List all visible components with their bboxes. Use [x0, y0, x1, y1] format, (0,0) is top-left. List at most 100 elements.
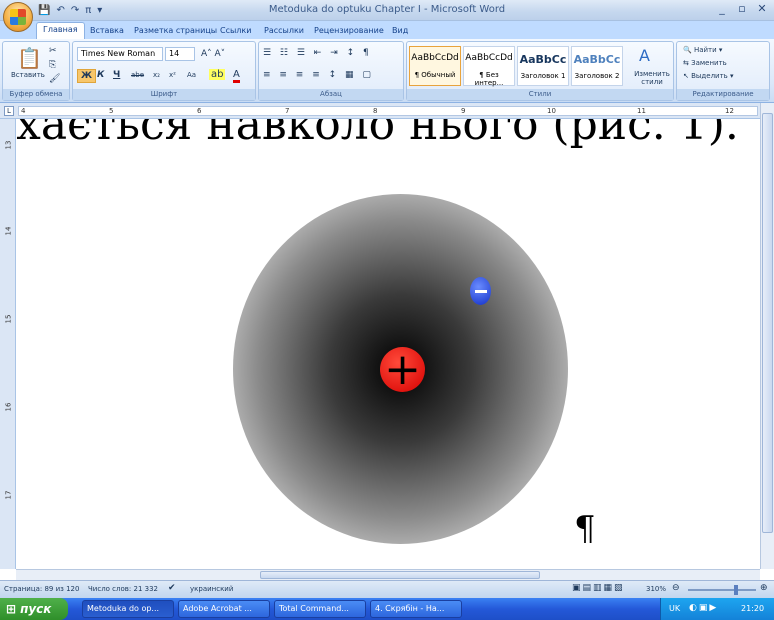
spellcheck-icon[interactable]: ✔ — [168, 583, 176, 593]
zoom-level[interactable]: 310% — [646, 585, 666, 593]
replace-button[interactable]: ⇆ Заменить — [683, 59, 727, 67]
styles-group-label: Стили — [407, 89, 673, 100]
tab-view[interactable]: Вид — [386, 24, 414, 39]
horizontal-ruler[interactable]: L 4 5 6 7 8 9 10 11 12 — [0, 103, 774, 119]
zoom-in-icon[interactable]: ⊕ — [760, 583, 768, 593]
window-title: Metoduka do optuku Chapter I - Microsoft… — [268, 4, 506, 15]
ribbon-tabs: Главная Вставка Разметка страницы Ссылки… — [0, 21, 774, 39]
find-label: Найти — [693, 46, 717, 54]
find-button[interactable]: 🔍 Найти ▾ — [683, 46, 722, 54]
ruler-number: 7 — [285, 107, 290, 115]
bold-button[interactable]: Ж — [77, 69, 97, 83]
tab-selector-icon[interactable]: L — [4, 106, 14, 116]
tab-page-layout[interactable]: Разметка страницы — [128, 24, 223, 39]
task-word[interactable]: Metoduka do op... — [82, 600, 174, 618]
underline-button[interactable]: Ч — [113, 70, 120, 80]
clipboard-group: 📋 Вставить ✂ ⎘ 🖌 Буфер обмена — [2, 41, 70, 101]
font-size-select[interactable]: 14 — [165, 47, 195, 61]
language-status[interactable]: украинский — [190, 585, 233, 593]
tab-home[interactable]: Главная — [36, 22, 85, 39]
ribbon: 📋 Вставить ✂ ⎘ 🖌 Буфер обмена Times New … — [0, 39, 774, 103]
word-count[interactable]: Число слов: 21 332 — [88, 585, 158, 593]
proton-icon: + — [380, 347, 425, 392]
paste-button[interactable]: Вставить — [11, 71, 45, 79]
plus-sign: + — [384, 343, 421, 395]
horizontal-scrollbar[interactable] — [16, 569, 760, 580]
ruler-number: 12 — [725, 107, 734, 115]
view-buttons-icon[interactable]: ▣▤▥▦▧ — [572, 583, 625, 593]
horizontal-scroll-thumb[interactable] — [260, 571, 540, 579]
style-name: ¶ Обычный — [414, 71, 456, 79]
input-language[interactable]: UK — [669, 604, 680, 613]
zoom-out-icon[interactable]: ⊖ — [672, 583, 680, 593]
font-color-icon[interactable]: A — [233, 69, 240, 83]
change-case-button[interactable]: Aa — [187, 71, 196, 79]
styles-group: AaBbCcDd ¶ Обычный AaBbCcDd ¶ Без интер.… — [406, 41, 674, 101]
paste-icon[interactable]: 📋 — [17, 46, 42, 70]
style-normal[interactable]: AaBbCcDd ¶ Обычный — [409, 46, 461, 86]
taskbar: ⊞ пуск Metoduka do op... Adobe Acrobat ..… — [0, 598, 774, 620]
tray-icons[interactable]: ◐▣▶ — [689, 603, 718, 613]
electron-icon — [470, 277, 491, 305]
clock[interactable]: 21:20 — [741, 604, 764, 613]
select-button[interactable]: ↖ Выделить ▾ — [683, 72, 734, 80]
task-acrobat[interactable]: Adobe Acrobat ... — [178, 600, 270, 618]
font-group: Times New Roman 14 A˄ A˅ Ж К Ч abe x₂ x²… — [72, 41, 256, 101]
select-label: Выделить — [691, 72, 728, 80]
font-name-select[interactable]: Times New Roman — [77, 47, 163, 61]
style-preview: AaBbCc — [519, 53, 567, 66]
ruler-number: 9 — [461, 107, 466, 115]
style-heading-1[interactable]: AaBbCc Заголовок 1 — [517, 46, 569, 86]
minimize-button[interactable]: _ — [714, 2, 730, 16]
redo-icon[interactable]: ↷ — [71, 5, 79, 16]
office-logo-icon — [10, 9, 26, 25]
ruler-number: 13 — [4, 140, 13, 150]
style-name: Заголовок 1 — [520, 72, 566, 80]
close-button[interactable]: ✕ — [754, 2, 770, 16]
tab-references[interactable]: Ссылки — [214, 24, 257, 39]
vertical-scrollbar[interactable] — [760, 103, 774, 569]
style-preview: AaBbCcDd — [411, 53, 459, 63]
undo-icon[interactable]: ↶ — [56, 5, 64, 16]
change-styles-button[interactable]: Изменить стили — [633, 70, 671, 86]
zoom-slider[interactable] — [688, 589, 756, 591]
ruler-track: 4 5 6 7 8 9 10 11 12 — [18, 106, 758, 116]
start-button[interactable]: ⊞ пуск — [0, 598, 68, 620]
paragraph-group: ☰ ☷ ☰ ⇤ ⇥ ↕ ¶ ≡ ≡ ≡ ≡ ↕ ▦ ▢ Абзац — [258, 41, 404, 101]
font-group-label: Шрифт — [73, 89, 255, 100]
task-total-commander[interactable]: Total Command... — [274, 600, 366, 618]
superscript-button[interactable]: x² — [169, 71, 176, 79]
document-page[interactable]: хається навколо нього (рис. 1). + ¶ — [16, 119, 760, 569]
italic-button[interactable]: К — [97, 70, 104, 80]
cut-icon[interactable]: ✂ — [49, 46, 57, 56]
paragraph-group-label: Абзац — [259, 89, 403, 100]
style-heading-2[interactable]: AaBbCc Заголовок 2 — [571, 46, 623, 86]
equation-icon[interactable]: π — [85, 5, 91, 16]
tab-mailings[interactable]: Рассылки — [258, 24, 310, 39]
align-buttons-icon[interactable]: ≡ ≡ ≡ ≡ ↕ ▦ ▢ — [263, 70, 374, 80]
office-button[interactable] — [3, 2, 33, 32]
strikethrough-button[interactable]: abe — [131, 71, 144, 79]
ruler-number: 6 — [197, 107, 202, 115]
title-bar: Metoduka do optuku Chapter I - Microsoft… — [0, 0, 774, 21]
subscript-button[interactable]: x₂ — [153, 71, 160, 79]
tab-review[interactable]: Рецензирование — [308, 24, 390, 39]
save-icon[interactable]: 💾 — [38, 5, 50, 16]
grow-font-icon[interactable]: A˄ A˅ — [201, 49, 225, 59]
qat-dropdown-icon[interactable]: ▾ — [97, 5, 102, 16]
task-media-player[interactable]: 4. Скрябін - На... — [370, 600, 462, 618]
change-styles-icon[interactable]: A — [639, 46, 650, 65]
vertical-ruler[interactable]: 13 14 15 16 17 — [0, 119, 16, 569]
list-buttons-icon[interactable]: ☰ ☷ ☰ ⇤ ⇥ ↕ ¶ — [263, 48, 372, 58]
style-name: Заголовок 2 — [574, 72, 620, 80]
copy-icon[interactable]: ⎘ — [49, 60, 56, 70]
maximize-button[interactable]: ▫ — [734, 2, 750, 16]
zoom-slider-handle[interactable] — [734, 585, 738, 595]
highlight-icon[interactable]: ab — [209, 69, 226, 80]
style-no-spacing[interactable]: AaBbCcDd ¶ Без интер... — [463, 46, 515, 87]
format-painter-icon[interactable]: 🖌 — [49, 74, 60, 84]
vertical-scroll-thumb[interactable] — [762, 113, 773, 533]
tab-insert[interactable]: Вставка — [84, 24, 130, 39]
replace-label: Заменить — [691, 59, 727, 67]
page-counter[interactable]: Страница: 89 из 120 — [4, 585, 79, 593]
